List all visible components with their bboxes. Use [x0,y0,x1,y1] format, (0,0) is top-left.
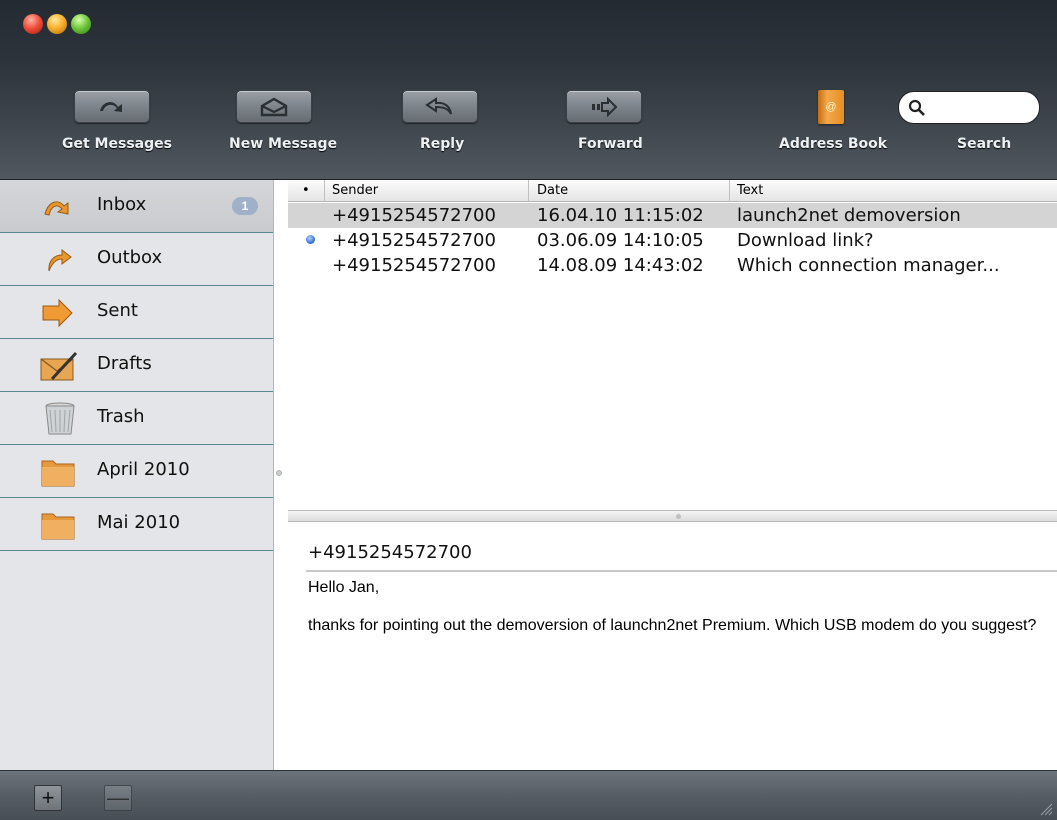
minimize-window-button[interactable] [47,14,67,34]
sidebar-item-label: Outbox [97,247,163,268]
message-date: 14.08.09 14:43:02 [537,255,704,276]
search-icon [908,99,925,116]
address-book-label: Address Book [779,136,888,152]
sidebar-item-label: Mai 2010 [97,512,181,533]
address-book-icon[interactable]: @ [818,90,844,124]
sidebar-item-april-2010[interactable]: April 2010 [0,445,273,498]
reply-arrow-icon [425,96,452,115]
preview-body: Hello Jan, thanks for pointing out the d… [308,578,1043,654]
folder-icon [41,513,75,540]
sidebar-item-label: Trash [97,406,145,427]
forward-button[interactable] [566,90,642,123]
sidebar-item-label: April 2010 [97,459,190,480]
toolbar: Get Messages New Message Reply Forward @… [0,0,1057,180]
mailbox-sidebar: Inbox 1 Outbox Sent Drafts Trash April 2… [0,180,274,770]
new-message-button[interactable] [236,90,312,123]
folder-icon [41,460,75,487]
zoom-window-button[interactable] [71,14,91,34]
search-input[interactable] [929,98,1029,118]
new-message-label: New Message [229,136,338,152]
message-text: launch2net demoversion [737,205,961,226]
resize-grip-icon[interactable] [1039,802,1053,816]
remove-mailbox-button[interactable]: — [104,785,132,811]
message-preview: +4915254572700 Hello Jan, thanks for poi… [288,522,1057,770]
preview-greeting: Hello Jan, [308,579,380,596]
inbox-arrow-icon [44,201,69,216]
column-header-text[interactable]: Text [737,183,763,198]
outbox-arrow-icon [48,248,72,272]
message-row[interactable]: +4915254572700 16.04.10 11:15:02 launch2… [288,203,1057,228]
unread-indicator-icon [306,235,315,244]
column-header-sender[interactable]: Sender [332,183,378,198]
add-mailbox-button[interactable]: + [34,785,62,811]
message-list-header: • Sender Date Text [288,180,1057,202]
unread-count-badge: 1 [232,197,258,215]
pane-divider[interactable] [288,510,1057,522]
message-sender: +4915254572700 [332,205,496,226]
search-label: Search [957,136,1012,152]
search-field[interactable] [898,91,1040,124]
drafts-envelope-icon [40,351,78,381]
column-header-date[interactable]: Date [537,183,568,198]
message-text: Download link? [737,230,874,251]
message-date: 16.04.10 11:15:02 [537,205,704,226]
reply-label: Reply [420,136,465,152]
preview-text: thanks for pointing out the demoversion … [308,617,1037,634]
sidebar-item-trash[interactable]: Trash [0,392,273,445]
bottom-bar: + — [0,770,1057,820]
sidebar-item-outbox[interactable]: Outbox [0,233,273,286]
envelope-icon [260,97,288,116]
sidebar-item-label: Sent [97,300,138,321]
sidebar-item-label: Drafts [97,353,152,374]
message-sender: +4915254572700 [332,230,496,251]
get-messages-label: Get Messages [62,136,172,152]
trash-bin-icon [45,402,75,435]
forward-arrow-icon [592,96,618,117]
sidebar-item-drafts[interactable]: Drafts [0,339,273,392]
message-list: • Sender Date Text +4915254572700 16.04.… [288,180,1057,510]
preview-divider [306,570,1057,572]
message-text: Which connection manager... [737,255,1000,276]
get-messages-icon [100,101,122,112]
get-messages-button[interactable] [74,90,150,123]
message-sender: +4915254572700 [332,255,496,276]
close-window-button[interactable] [23,14,43,34]
reply-button[interactable] [402,90,478,123]
sidebar-item-sent[interactable]: Sent [0,286,273,339]
sidebar-item-label: Inbox [97,194,147,215]
mail-window: Get Messages New Message Reply Forward @… [0,0,1057,820]
forward-label: Forward [578,136,643,152]
message-date: 03.06.09 14:10:05 [537,230,704,251]
message-row[interactable]: +4915254572700 03.06.09 14:10:05 Downloa… [288,228,1057,253]
sent-arrow-icon [42,298,73,328]
sidebar-item-inbox[interactable]: Inbox 1 [0,180,273,233]
column-header-status[interactable]: • [302,183,310,198]
preview-sender: +4915254572700 [308,542,472,563]
sidebar-split-handle[interactable] [276,470,282,476]
sidebar-item-mai-2010[interactable]: Mai 2010 [0,498,273,551]
message-row[interactable]: +4915254572700 14.08.09 14:43:02 Which c… [288,253,1057,278]
